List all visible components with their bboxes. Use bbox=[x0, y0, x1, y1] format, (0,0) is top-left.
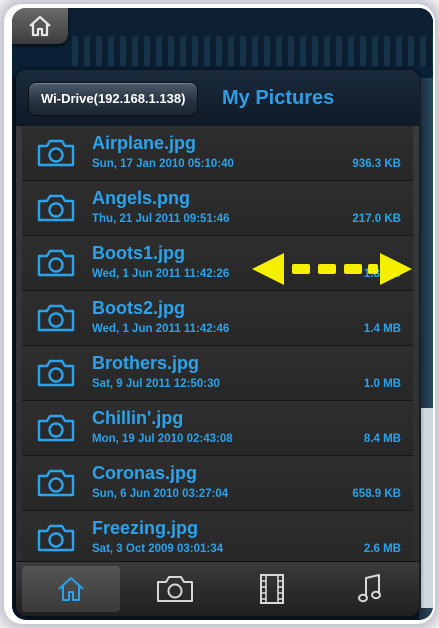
screenshot-frame: Wi-Drive(192.168.1.138) My Pictures Airp… bbox=[0, 0, 439, 628]
file-name: Coronas.jpg bbox=[92, 463, 198, 483]
file-size: 217.0 KB bbox=[352, 213, 401, 225]
camera-icon bbox=[37, 414, 75, 442]
file-size: 1.0 MB bbox=[363, 378, 401, 390]
tab-video[interactable] bbox=[224, 562, 322, 616]
file-size: 8.4 MB bbox=[363, 433, 401, 445]
file-browser-popover: Wi-Drive(192.168.1.138) My Pictures Airp… bbox=[16, 70, 419, 616]
swipe-hint-arrow-icon bbox=[252, 253, 412, 285]
file-name: Airplane.jpg bbox=[92, 133, 197, 153]
file-date: Sat, 9 Jul 2011 12:50:30 bbox=[92, 378, 220, 390]
list-item[interactable]: Angels.png Thu, 21 Jul 2011 09:51:46 217… bbox=[22, 181, 413, 236]
list-item[interactable]: Boots2.jpg Wed, 1 Jun 2011 11:42:46 1.4 … bbox=[22, 291, 413, 346]
page-title: My Pictures bbox=[222, 87, 335, 109]
popover-header: Wi-Drive(192.168.1.138) My Pictures bbox=[16, 70, 419, 126]
list-item[interactable]: Chillin'.jpg Mon, 19 Jul 2010 02:43:08 8… bbox=[22, 401, 413, 456]
tab-bar bbox=[16, 561, 419, 616]
camera-icon bbox=[156, 576, 193, 602]
list-item[interactable]: Coronas.jpg Sun, 6 Jun 2010 03:27:04 658… bbox=[22, 456, 413, 511]
tab-music[interactable] bbox=[321, 562, 419, 616]
back-button[interactable]: Wi-Drive(192.168.1.138) bbox=[28, 82, 199, 116]
file-name: Chillin'.jpg bbox=[92, 408, 184, 428]
file-date: Sun, 17 Jan 2010 05:10:40 bbox=[92, 158, 234, 170]
music-note-icon bbox=[358, 574, 382, 603]
camera-icon bbox=[37, 249, 75, 277]
camera-icon bbox=[37, 139, 75, 167]
background-panel bbox=[419, 78, 433, 620]
file-name: Freezing.jpg bbox=[92, 518, 199, 538]
file-size: 936.3 KB bbox=[352, 158, 401, 170]
background-strip bbox=[12, 8, 433, 78]
file-size: 658.9 KB bbox=[352, 488, 401, 500]
camera-icon bbox=[37, 194, 75, 222]
file-date: Sat, 3 Oct 2009 03:01:34 bbox=[92, 543, 224, 555]
background-peek bbox=[421, 408, 433, 608]
file-date: Wed, 1 Jun 2011 11:42:26 bbox=[92, 268, 230, 280]
file-date: Mon, 19 Jul 2010 02:43:08 bbox=[92, 433, 233, 445]
file-name: Boots2.jpg bbox=[92, 298, 185, 318]
camera-icon bbox=[37, 469, 75, 497]
device-screen: Wi-Drive(192.168.1.138) My Pictures Airp… bbox=[12, 8, 433, 620]
list-item[interactable]: Brothers.jpg Sat, 9 Jul 2011 12:50:30 1.… bbox=[22, 346, 413, 401]
file-size: 2.6 MB bbox=[363, 543, 401, 555]
file-name: Brothers.jpg bbox=[92, 353, 200, 373]
file-date: Sun, 6 Jun 2010 03:27:04 bbox=[92, 488, 229, 500]
home-icon bbox=[58, 577, 84, 601]
file-date: Wed, 1 Jun 2011 11:42:46 bbox=[92, 323, 230, 335]
list-item[interactable]: Freezing.jpg Sat, 3 Oct 2009 03:01:34 2.… bbox=[22, 511, 413, 562]
tab-home[interactable] bbox=[22, 566, 120, 612]
file-date: Thu, 21 Jul 2011 09:51:46 bbox=[92, 213, 230, 225]
file-name: Angels.png bbox=[92, 188, 190, 208]
home-button[interactable] bbox=[12, 8, 68, 44]
tab-camera[interactable] bbox=[126, 562, 224, 616]
file-list[interactable]: Airplane.jpg Sun, 17 Jan 2010 05:10:40 9… bbox=[22, 126, 413, 562]
file-name: Boots1.jpg bbox=[92, 243, 185, 263]
file-size: 1.4 MB bbox=[363, 323, 401, 335]
list-item[interactable]: Airplane.jpg Sun, 17 Jan 2010 05:10:40 9… bbox=[22, 126, 413, 181]
camera-icon bbox=[37, 359, 75, 387]
camera-icon bbox=[37, 304, 75, 332]
home-icon bbox=[29, 15, 51, 37]
camera-icon bbox=[37, 524, 75, 552]
film-icon bbox=[260, 574, 285, 604]
